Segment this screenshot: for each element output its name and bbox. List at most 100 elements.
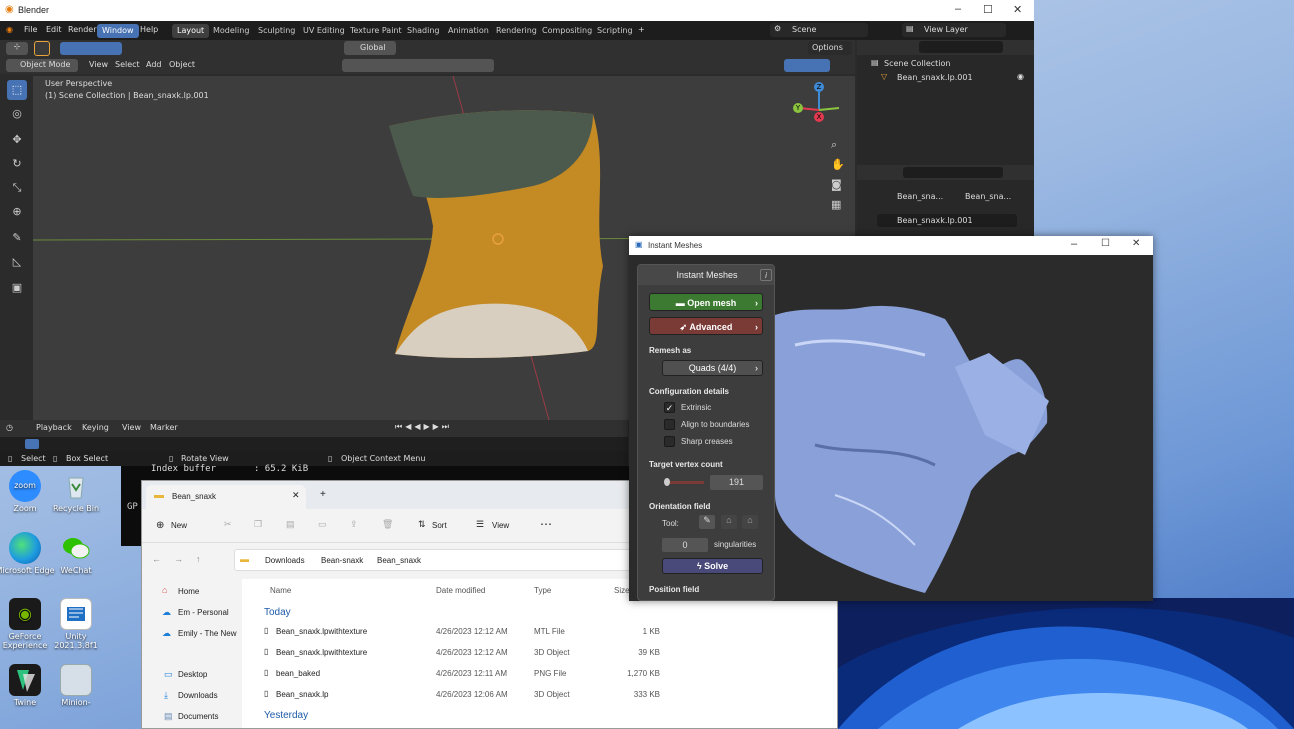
- menu-help[interactable]: Help: [140, 25, 158, 34]
- timeline-ruler[interactable]: [0, 437, 628, 451]
- singularities-field[interactable]: 0: [662, 538, 708, 552]
- cursor-tool-icon[interactable]: ◎: [7, 104, 27, 124]
- timeline-menu-keying[interactable]: Keying: [82, 423, 109, 432]
- viewport-menu-select[interactable]: Select: [115, 60, 140, 69]
- shading-mode-buttons[interactable]: [784, 59, 830, 72]
- move-tool-icon[interactable]: ✥: [7, 130, 27, 150]
- properties-breadcrumb-mesh[interactable]: Bean_sna...: [965, 192, 1011, 201]
- tab-shading[interactable]: Shading: [402, 24, 445, 38]
- nav-desktop[interactable]: Desktop: [178, 670, 207, 679]
- slider-handle[interactable]: [664, 478, 670, 486]
- close-button[interactable]: ✕: [1013, 3, 1022, 16]
- selection-mode-buttons[interactable]: [60, 42, 122, 55]
- camera-icon[interactable]: ◙: [831, 178, 842, 191]
- maximize-button[interactable]: ☐: [983, 3, 993, 16]
- outliner-object-name[interactable]: Bean_snaxk.lp.001: [897, 73, 973, 82]
- tab-texture-paint[interactable]: Texture Paint: [345, 24, 407, 38]
- transform-tool-icon[interactable]: ⊕: [7, 202, 27, 222]
- timeline-menu-view[interactable]: View: [122, 423, 141, 432]
- breadcrumb-bean-snaxk[interactable]: Bean-snaxk: [321, 556, 363, 565]
- column-name[interactable]: Name: [270, 586, 291, 595]
- pan-hand-icon[interactable]: ✋: [831, 158, 845, 171]
- explorer-tab[interactable]: ▬ Bean_snaxk ✕: [146, 485, 306, 509]
- tab-modeling[interactable]: Modeling: [208, 24, 254, 38]
- tab-compositing[interactable]: Compositing: [537, 24, 597, 38]
- column-date-modified[interactable]: Date modified: [436, 586, 485, 595]
- minimize-button[interactable]: –: [955, 3, 961, 15]
- timeline-menu-marker[interactable]: Marker: [150, 423, 178, 432]
- new-button[interactable]: New: [171, 521, 187, 530]
- share-icon[interactable]: ⇪: [350, 519, 358, 530]
- rotate-tool-icon[interactable]: ↻: [7, 154, 27, 174]
- new-plus-icon[interactable]: ⊕: [156, 520, 164, 531]
- viewport-menu-view[interactable]: View: [89, 60, 108, 69]
- measure-tool-icon[interactable]: ◺: [7, 252, 27, 272]
- solve-button[interactable]: ϟ Solve: [662, 558, 763, 574]
- desktop-icon-wechat[interactable]: WeChat: [45, 532, 107, 575]
- target-vertex-count-input[interactable]: 191: [710, 475, 763, 490]
- visibility-eye-icon[interactable]: ◉: [1017, 72, 1024, 81]
- x-axis-icon[interactable]: X: [814, 112, 824, 122]
- nav-documents[interactable]: Documents: [178, 712, 218, 721]
- view-icon[interactable]: ☰: [476, 519, 484, 530]
- minimize-button[interactable]: –: [1071, 238, 1077, 250]
- desktop-icon-minion[interactable]: Minion-: [45, 664, 107, 707]
- copy-icon[interactable]: ❐: [254, 519, 262, 530]
- breadcrumb-downloads[interactable]: Downloads: [265, 556, 305, 565]
- annotate-tool-icon[interactable]: ✎: [7, 228, 27, 248]
- table-row[interactable]: ▯ bean_baked 4/26/2023 12:11 AM PNG File…: [242, 665, 662, 685]
- y-axis-icon[interactable]: Y: [793, 103, 803, 113]
- paste-icon[interactable]: ▤: [286, 519, 295, 530]
- mesh-viewport[interactable]: [775, 255, 1153, 601]
- attractor-tool-icon[interactable]: ⌂: [721, 515, 737, 529]
- rename-icon[interactable]: ▭: [318, 519, 327, 530]
- nav-onedrive-personal[interactable]: Em - Personal: [178, 608, 229, 617]
- menu-edit[interactable]: Edit: [46, 25, 62, 34]
- desktop-icon-recycle-bin[interactable]: Recycle Bin: [45, 470, 107, 513]
- open-mesh-button[interactable]: ▬ Open mesh ›: [649, 293, 763, 311]
- sort-icon[interactable]: ⇅: [418, 519, 426, 530]
- group-yesterday[interactable]: Yesterday: [264, 710, 308, 721]
- sharp-creases-checkbox[interactable]: [664, 436, 675, 447]
- nav-onedrive-work[interactable]: Emily - The New: [178, 629, 237, 638]
- tab-layout[interactable]: Layout: [172, 24, 210, 38]
- table-row[interactable]: ▯ Bean_snaxk.lpwithtexture 4/26/2023 12:…: [242, 644, 662, 664]
- up-arrow-icon[interactable]: ↑: [196, 554, 201, 564]
- remesh-as-dropdown[interactable]: Quads (4/4) ›: [662, 360, 763, 376]
- info-icon[interactable]: i: [760, 269, 772, 281]
- align-boundaries-checkbox[interactable]: [664, 419, 675, 430]
- editor-type-icon[interactable]: ⊹: [6, 42, 28, 55]
- cut-icon[interactable]: ✂: [224, 519, 232, 530]
- viewport-filter-bar[interactable]: [342, 59, 494, 72]
- viewport-menu-add[interactable]: Add: [146, 60, 162, 69]
- menu-file[interactable]: File: [24, 25, 37, 34]
- sort-button[interactable]: Sort: [432, 521, 447, 530]
- outliner-scene-collection[interactable]: Scene Collection: [884, 59, 951, 68]
- mode-dropdown[interactable]: Object Mode: [6, 59, 78, 72]
- menu-window[interactable]: Window: [97, 24, 139, 38]
- close-tab-icon[interactable]: ✕: [292, 490, 300, 501]
- nav-downloads[interactable]: Downloads: [178, 691, 218, 700]
- blender-menu-icon[interactable]: ◉: [6, 25, 13, 34]
- delete-icon[interactable]: 🗑: [382, 519, 393, 530]
- z-axis-icon[interactable]: Z: [814, 82, 824, 92]
- table-row[interactable]: ▯ Bean_snaxk.lp 4/26/2023 12:06 AM 3D Ob…: [242, 686, 662, 706]
- more-options-icon[interactable]: ⋯: [540, 517, 552, 531]
- timeline-menu-playback[interactable]: Playback: [36, 423, 72, 432]
- navigation-gizmo[interactable]: Z Y X: [789, 82, 849, 138]
- menu-render[interactable]: Render: [68, 25, 96, 34]
- add-cube-tool-icon[interactable]: ▣: [7, 278, 27, 298]
- scissor-tool-icon[interactable]: ⌂: [742, 515, 758, 529]
- forward-arrow-icon[interactable]: →: [174, 554, 183, 564]
- scene-selector[interactable]: ⚙ Scene: [770, 23, 868, 37]
- tab-uv-editing[interactable]: UV Editing: [298, 24, 350, 38]
- column-size[interactable]: Size: [614, 586, 630, 595]
- playback-controls[interactable]: ⏮◀◀▶▶⏭: [395, 422, 452, 432]
- view-layer-selector[interactable]: ▤ View Layer: [902, 23, 1006, 37]
- frame-indicator[interactable]: [25, 439, 39, 449]
- tab-animation[interactable]: Animation: [443, 24, 494, 38]
- maximize-button[interactable]: ☐: [1101, 238, 1110, 249]
- group-today[interactable]: Today: [264, 607, 291, 618]
- timeline-editor-icon[interactable]: ◷: [6, 423, 13, 432]
- extrinsic-checkbox[interactable]: ✓: [664, 402, 675, 413]
